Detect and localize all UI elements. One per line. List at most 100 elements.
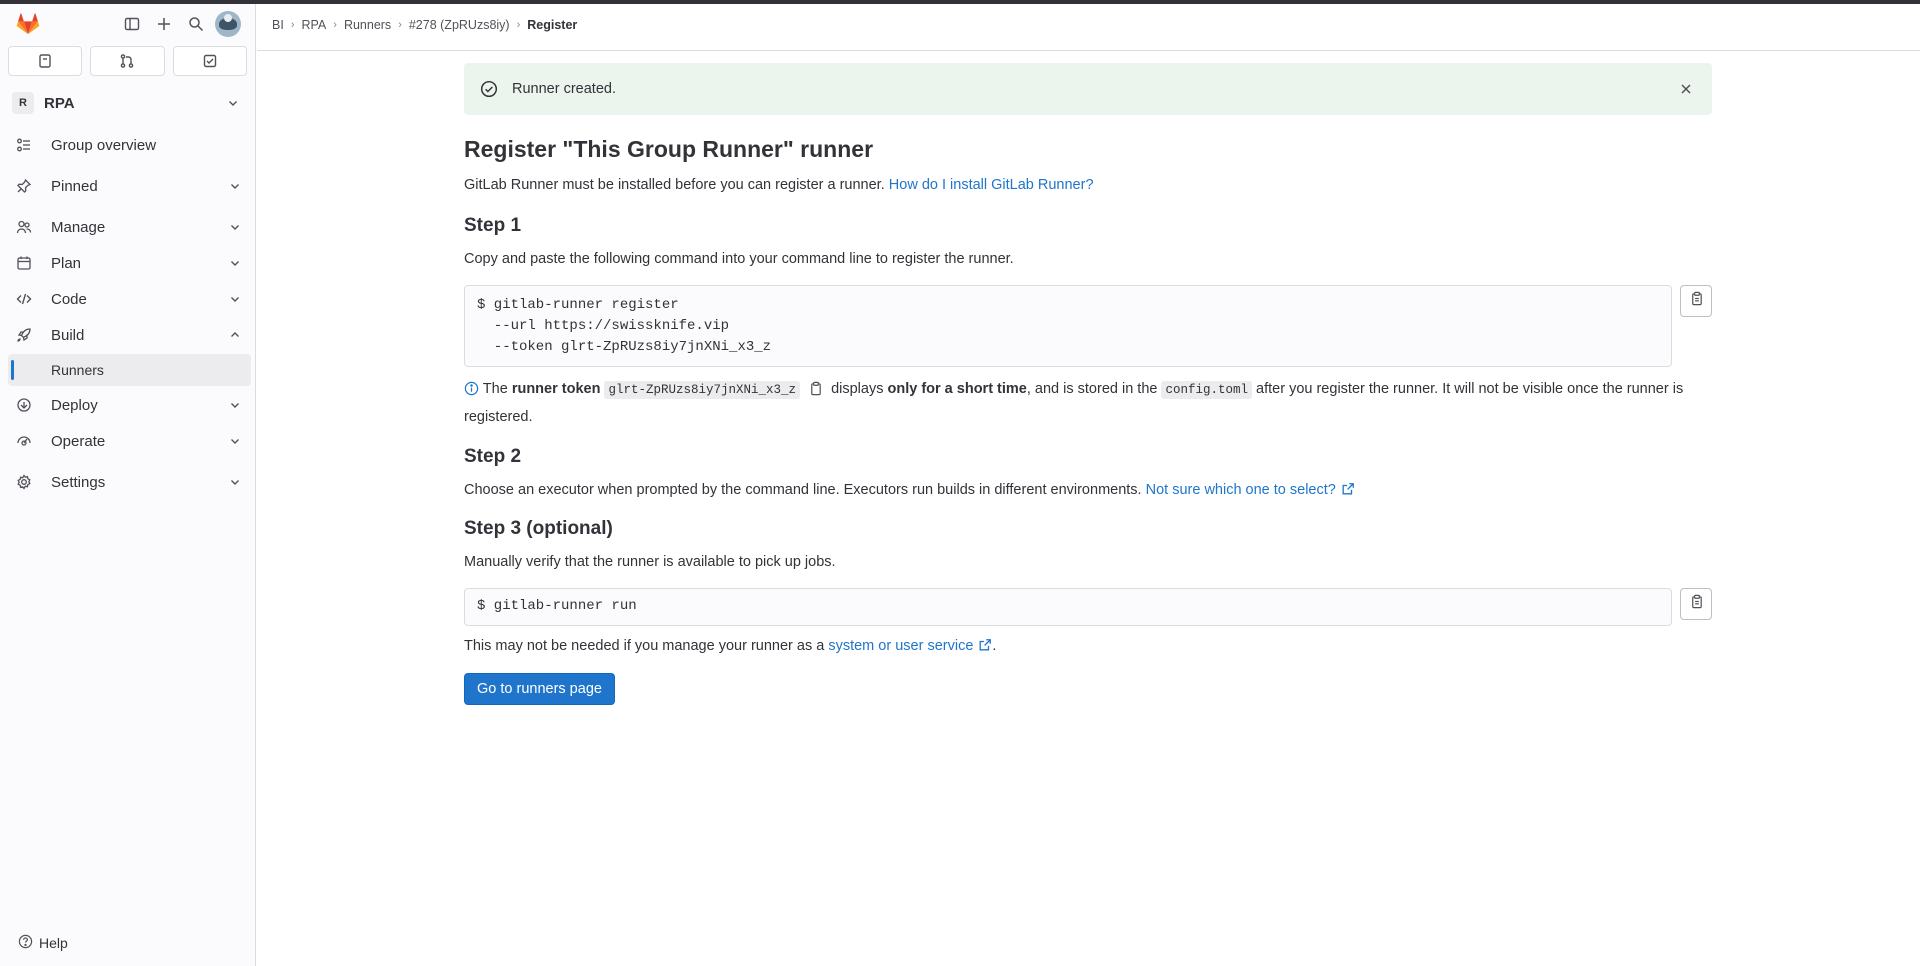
sidebar-item-build[interactable]: Build [8,319,251,351]
context-switcher[interactable]: R RPA [8,86,247,120]
calendar-icon [16,255,32,271]
service-link[interactable]: system or user service [828,638,992,654]
sidebar-item-pinned[interactable]: Pinned [8,170,251,202]
operate-icon [16,433,32,449]
token-note: The runner token glrt-ZpRUzs8iy7jnXNi_x3… [464,377,1712,430]
sidebar-item-label: Pinned [51,177,98,195]
sidebar-item-code[interactable]: Code [8,283,251,315]
sidebar-item-label: Deploy [51,396,98,414]
sidebar-item-label: Manage [51,218,106,236]
chevron-down-icon [227,397,243,413]
sidebar-toggle-icon[interactable] [119,11,145,37]
note-text: displays [831,381,884,397]
users-icon [16,219,32,235]
search-icon[interactable] [183,11,209,37]
rocket-icon [16,327,32,343]
sidebar-item-label: Operate [51,432,106,450]
go-to-runners-button[interactable]: Go to runners page [464,673,615,705]
install-runner-link[interactable]: How do I install GitLab Runner? [889,177,1094,193]
sidebar-header [0,4,255,44]
copy-token-icon[interactable] [808,380,823,405]
step3-heading: Step 3 (optional) [464,518,613,539]
todo-icon[interactable] [172,46,247,76]
merge-requests-icon[interactable] [90,46,165,76]
breadcrumb-item[interactable]: Runners [344,18,391,32]
breadcrumb-item[interactable]: RPA [301,18,326,32]
chevron-right-icon: › [516,19,521,31]
step1-heading: Step 1 [464,215,522,236]
code-icon [16,291,32,307]
deploy-icon [16,397,32,413]
executor-help-link[interactable]: Not sure which one to select? [1146,482,1355,498]
chevron-down-icon [225,95,241,111]
step2-description: Choose an executor when prompted by the … [464,482,1142,498]
pin-icon [16,178,32,194]
runner-token: glrt-ZpRUzs8iy7jnXNi_x3_z [604,381,800,399]
chevron-up-icon [227,327,243,343]
external-link-icon [1341,482,1355,502]
chevron-down-icon [227,291,243,307]
sidebar: R RPA Group overview Pinned Manage Plan … [0,4,256,966]
header-divider [257,50,1920,51]
note-text: , and is stored in the [1026,381,1158,397]
service-link-label: system or user service [828,638,974,654]
close-icon[interactable] [1676,79,1696,99]
chevron-right-icon: › [398,19,402,31]
note-text: The [482,381,508,397]
chevron-down-icon [227,433,243,449]
run-command-block[interactable]: $ gitlab-runner run [464,588,1672,626]
service-note-text: This may not be needed if you manage you… [464,638,825,654]
plus-icon[interactable] [151,11,177,37]
external-link-icon [978,638,992,658]
sidebar-item-settings[interactable]: Settings [8,466,251,498]
sidebar-item-label: Runners [51,362,104,378]
alert-message: Runner created. [512,81,616,97]
help-icon [18,934,33,952]
sidebar-item-runners[interactable]: Runners [8,354,251,386]
group-avatar: R [12,92,34,114]
chevron-right-icon: › [290,19,295,31]
sidebar-item-label: Group overview [51,136,157,154]
issues-icon[interactable] [8,46,83,76]
sidebar-item-deploy[interactable]: Deploy [8,389,251,421]
sidebar-item-label: Code [51,290,87,308]
sidebar-item-group-overview[interactable]: Group overview [8,129,251,161]
register-command-block[interactable]: $ gitlab-runner register --url https://s… [464,285,1672,367]
settings-icon [16,474,32,490]
intro-text: GitLab Runner must be installed before y… [464,177,885,193]
breadcrumb: BI › RPA › Runners › #278 (ZpRUzs8iy) › … [272,18,577,32]
main-content: Runner created. Register "This Group Run… [464,63,1712,705]
step2-paragraph: Choose an executor when prompted by the … [464,480,1712,502]
user-avatar[interactable] [215,11,241,37]
sidebar-item-operate[interactable]: Operate [8,425,251,457]
check-circle-icon [480,80,498,98]
chevron-right-icon: › [333,19,337,31]
sidebar-item-manage[interactable]: Manage [8,211,251,243]
copy-icon [1689,594,1704,614]
sidebar-item-label: Settings [51,473,106,491]
note-token-label: runner token [511,381,601,397]
config-file-name: config.toml [1161,381,1252,399]
executor-help-link-label: Not sure which one to select? [1145,482,1336,498]
group-icon [16,137,32,153]
info-icon [464,380,479,405]
page-title: Register "This Group Runner" runner [464,136,874,162]
help-label: Help [39,935,68,951]
note-short-time: only for a short time [887,381,1027,397]
sidebar-item-plan[interactable]: Plan [8,247,251,279]
breadcrumb-item[interactable]: BI [272,18,284,32]
breadcrumb-item[interactable]: #278 (ZpRUzs8iy) [409,18,510,32]
help-button[interactable]: Help [18,934,68,952]
step3-description: Manually verify that the runner is avail… [464,554,836,570]
breadcrumb-current[interactable]: Register [527,18,577,32]
chevron-down-icon [227,219,243,235]
copy-run-command-button[interactable] [1680,588,1712,620]
context-name: RPA [44,94,75,112]
service-note: This may not be needed if you manage you… [464,636,1712,658]
chevron-down-icon [227,474,243,490]
step1-description: Copy and paste the following command int… [464,251,1014,267]
gitlab-logo-icon[interactable] [14,10,42,38]
copy-register-command-button[interactable] [1680,285,1712,317]
chevron-down-icon [227,178,243,194]
chevron-down-icon [227,255,243,271]
